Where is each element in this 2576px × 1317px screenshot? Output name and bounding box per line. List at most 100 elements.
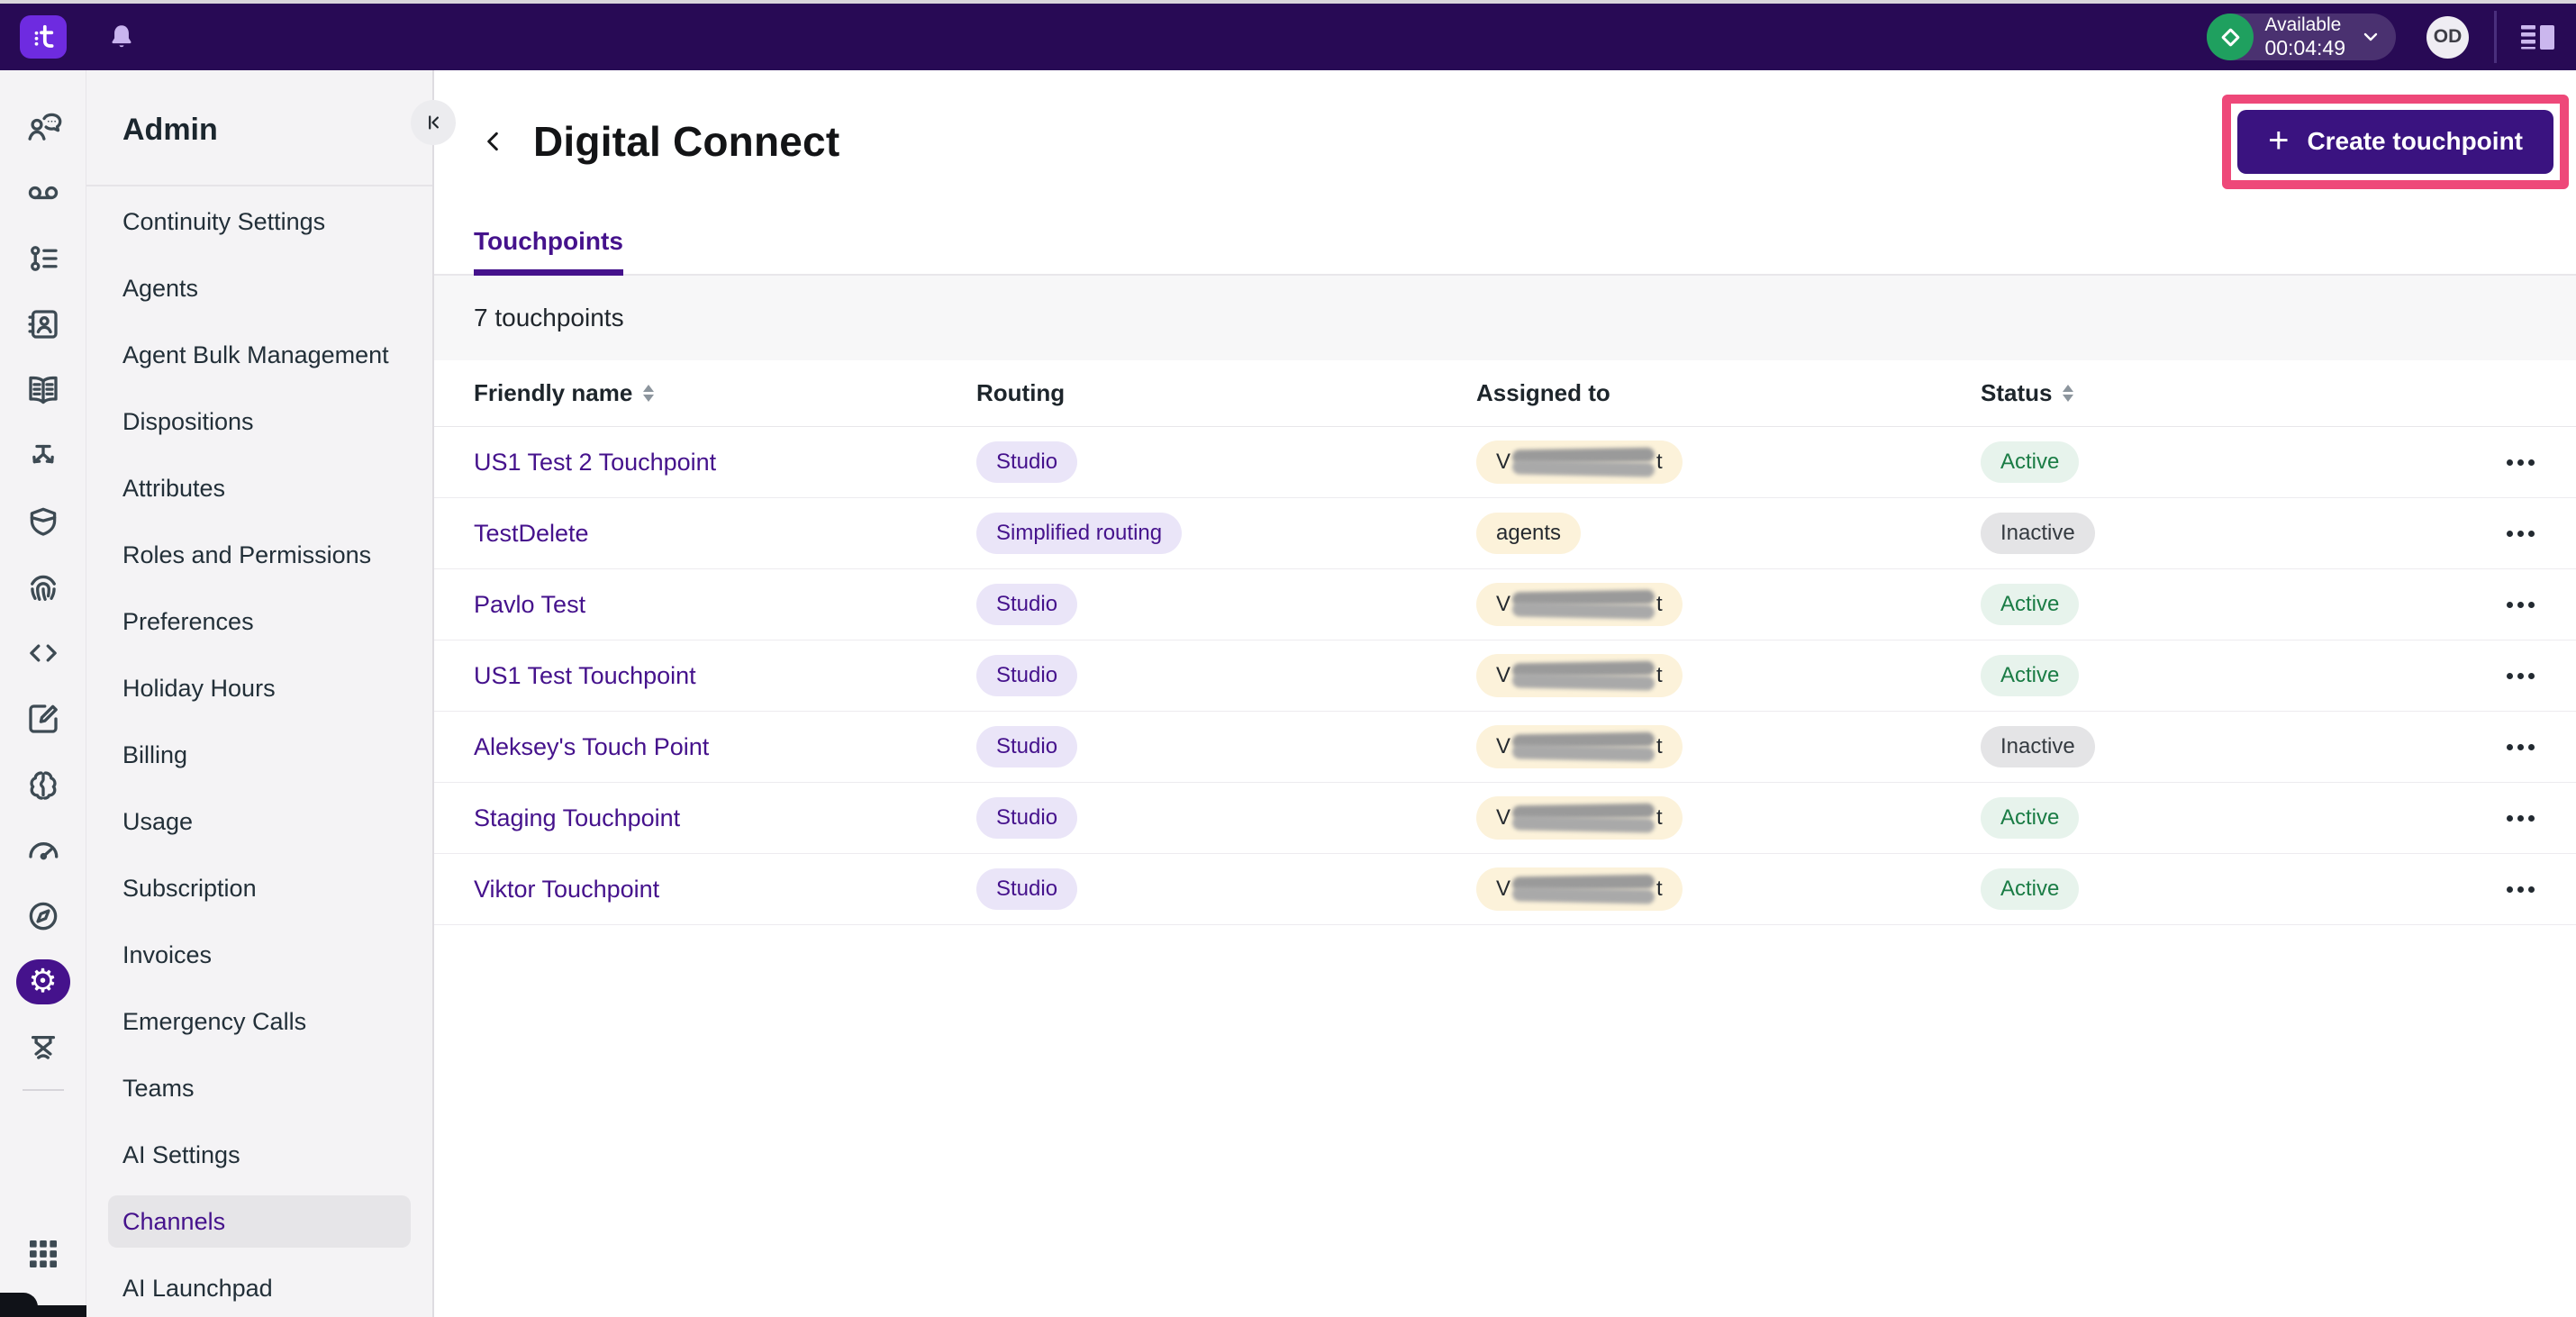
- column-header-friendly-name[interactable]: Friendly name: [474, 379, 976, 407]
- rail-item-contacts[interactable]: [0, 291, 86, 357]
- contacts-book-icon: [27, 309, 58, 339]
- rail-item-ai[interactable]: [0, 751, 86, 817]
- assigned-badge: Vt: [1476, 583, 1683, 626]
- rail-item-activities[interactable]: [0, 225, 86, 291]
- sidebar-collapse-button[interactable]: [411, 100, 456, 145]
- sidebar-item-channels[interactable]: Channels: [108, 1195, 411, 1248]
- voicemail-icon: [28, 186, 58, 199]
- rail-item-dashboard[interactable]: [0, 817, 86, 883]
- row-actions-menu-button[interactable]: [2501, 806, 2540, 831]
- column-header-status[interactable]: Status: [1981, 379, 2449, 407]
- touchpoint-link[interactable]: Viktor Touchpoint: [474, 876, 659, 903]
- redacted-text: [1512, 876, 1655, 903]
- back-button[interactable]: [474, 122, 513, 161]
- touchpoint-link[interactable]: Pavlo Test: [474, 591, 585, 618]
- conversations-icon: [27, 113, 61, 141]
- column-label: Friendly name: [474, 379, 633, 406]
- sidebar-item-continuity-settings[interactable]: Continuity Settings: [108, 188, 411, 255]
- agent-status-pill[interactable]: Available 00:04:49: [2207, 14, 2396, 60]
- rail-item-voicemail[interactable]: [0, 159, 86, 225]
- status-label: Available: [2264, 14, 2342, 35]
- sort-icon[interactable]: [643, 385, 655, 402]
- touchpoint-count: 7 touchpoints: [474, 304, 624, 332]
- sidebar-item-agent-bulk-management[interactable]: Agent Bulk Management: [108, 322, 411, 388]
- touchpoint-link[interactable]: US1 Test Touchpoint: [474, 662, 696, 689]
- sidebar-item-billing[interactable]: Billing: [108, 722, 411, 788]
- redacted-text: [1512, 733, 1655, 760]
- row-actions-menu-button[interactable]: [2501, 664, 2540, 688]
- assigned-badge: Vt: [1476, 441, 1683, 484]
- apps-grid-icon: [29, 1240, 57, 1267]
- table-row-us1-test-touchpoint: US1 Test Touchpoint Studio Vt Active: [434, 640, 2576, 712]
- sidebar-item-attributes[interactable]: Attributes: [108, 455, 411, 522]
- sidebar-item-preferences[interactable]: Preferences: [108, 588, 411, 655]
- compose-icon: [28, 704, 58, 733]
- routing-badge: Studio: [976, 655, 1078, 696]
- academy-icon: [31, 1035, 55, 1059]
- notifications-button[interactable]: [106, 22, 137, 52]
- rail-item-guardian[interactable]: [0, 488, 86, 554]
- touchpoint-link[interactable]: Aleksey's Touch Point: [474, 733, 709, 760]
- sidebar-item-dispositions[interactable]: Dispositions: [108, 388, 411, 455]
- rail-divider: [22, 1089, 64, 1091]
- status-badge: Active: [1981, 868, 2080, 910]
- rail-item-studio[interactable]: [0, 422, 86, 488]
- tab-touchpoints[interactable]: Touchpoints: [474, 227, 623, 276]
- sidebar-item-roles-and-permissions[interactable]: Roles and Permissions: [108, 522, 411, 588]
- sidebar-item-teams[interactable]: Teams: [108, 1055, 411, 1122]
- activities-list-icon: [30, 245, 58, 271]
- create-touchpoint-button[interactable]: + Create touchpoint: [2237, 109, 2553, 174]
- rail-item-conversations[interactable]: [0, 94, 86, 159]
- table-header-row: Friendly name Routing Assigned to Status: [434, 360, 2576, 427]
- status-badge: Inactive: [1981, 513, 2095, 554]
- row-actions-menu-button[interactable]: [2501, 593, 2540, 617]
- sidebar-item-holiday-hours[interactable]: Holiday Hours: [108, 655, 411, 722]
- redacted-text: [1512, 591, 1655, 618]
- studio-flow-icon: [32, 444, 54, 463]
- column-label: Assigned to: [1476, 379, 1610, 406]
- rail-item-settings[interactable]: ⚙: [0, 949, 86, 1014]
- rail-item-explore[interactable]: [0, 883, 86, 949]
- chevron-left-icon: [487, 132, 498, 151]
- sort-icon[interactable]: [2063, 385, 2074, 402]
- rail-item-developer[interactable]: [0, 620, 86, 686]
- talkdesk-logo[interactable]: [20, 15, 67, 59]
- row-actions-menu-button[interactable]: [2501, 735, 2540, 759]
- rail-item-academy[interactable]: [0, 1014, 86, 1080]
- table-row-testdelete: TestDelete Simplified routing agents Inacti…: [434, 498, 2576, 569]
- sidebar-item-ai-launchpad[interactable]: AI Launchpad: [108, 1255, 411, 1317]
- annotation-highlight-box: + Create touchpoint: [2222, 94, 2569, 189]
- table-body: US1 Test 2 Touchpoint Studio Vt Active TestD…: [434, 427, 2576, 925]
- redacted-text: [1512, 804, 1655, 831]
- sidebar-item-usage[interactable]: Usage: [108, 788, 411, 855]
- speedometer-icon: [28, 841, 58, 859]
- sidebar-header: Admin: [86, 70, 432, 186]
- routing-badge: Studio: [976, 726, 1078, 767]
- touchpoint-link[interactable]: Staging Touchpoint: [474, 804, 680, 831]
- knowledge-book-icon: [28, 376, 58, 404]
- table-row-us1-test-2-touchpoint: US1 Test 2 Touchpoint Studio Vt Active: [434, 427, 2576, 498]
- row-actions-menu-button[interactable]: [2501, 450, 2540, 475]
- assigned-badge: Vt: [1476, 654, 1683, 697]
- sidebar-item-agents[interactable]: Agents: [108, 255, 411, 322]
- rail-item-knowledge[interactable]: [0, 357, 86, 422]
- row-actions-menu-button[interactable]: [2501, 877, 2540, 902]
- workspace-panel-button[interactable]: [2520, 21, 2556, 53]
- status-badge: Active: [1981, 655, 2080, 696]
- rail-item-feedback[interactable]: [0, 686, 86, 751]
- sidebar-item-emergency-calls[interactable]: Emergency Calls: [108, 988, 411, 1055]
- sidebar-item-ai-settings[interactable]: AI Settings: [108, 1122, 411, 1188]
- rail-item-apps[interactable]: [0, 1221, 86, 1286]
- rail-item-identity[interactable]: [0, 554, 86, 620]
- table-row-viktor-touchpoint: Viktor Touchpoint Studio Vt Active: [434, 854, 2576, 925]
- routing-badge: Studio: [976, 441, 1078, 483]
- touchpoint-link[interactable]: TestDelete: [474, 520, 589, 547]
- page-title: Digital Connect: [533, 118, 840, 165]
- sidebar-item-subscription[interactable]: Subscription: [108, 855, 411, 922]
- assigned-badge: Vt: [1476, 796, 1683, 840]
- column-label: Status: [1981, 379, 2053, 406]
- row-actions-menu-button[interactable]: [2501, 522, 2540, 546]
- user-avatar[interactable]: OD: [2426, 15, 2469, 59]
- sidebar-item-invoices[interactable]: Invoices: [108, 922, 411, 988]
- touchpoint-link[interactable]: US1 Test 2 Touchpoint: [474, 449, 716, 476]
